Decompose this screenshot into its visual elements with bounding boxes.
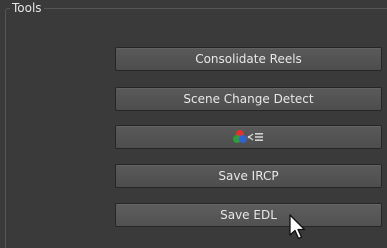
save-edl-label: Save EDL (220, 208, 277, 222)
rgb-circles-list-icon (232, 129, 266, 145)
scene-change-detect-label: Scene Change Detect (183, 92, 314, 106)
colour-list-button[interactable] (115, 125, 382, 149)
tools-title: Tools (10, 0, 44, 16)
mouse-pointer-icon (289, 214, 306, 240)
save-edl-button[interactable]: Save EDL (115, 203, 382, 227)
scene-change-detect-button[interactable]: Scene Change Detect (115, 87, 382, 111)
save-ircp-button[interactable]: Save IRCP (115, 164, 382, 188)
consolidate-reels-button[interactable]: Consolidate Reels (115, 47, 382, 71)
save-ircp-label: Save IRCP (218, 169, 279, 183)
consolidate-reels-label: Consolidate Reels (195, 52, 302, 66)
